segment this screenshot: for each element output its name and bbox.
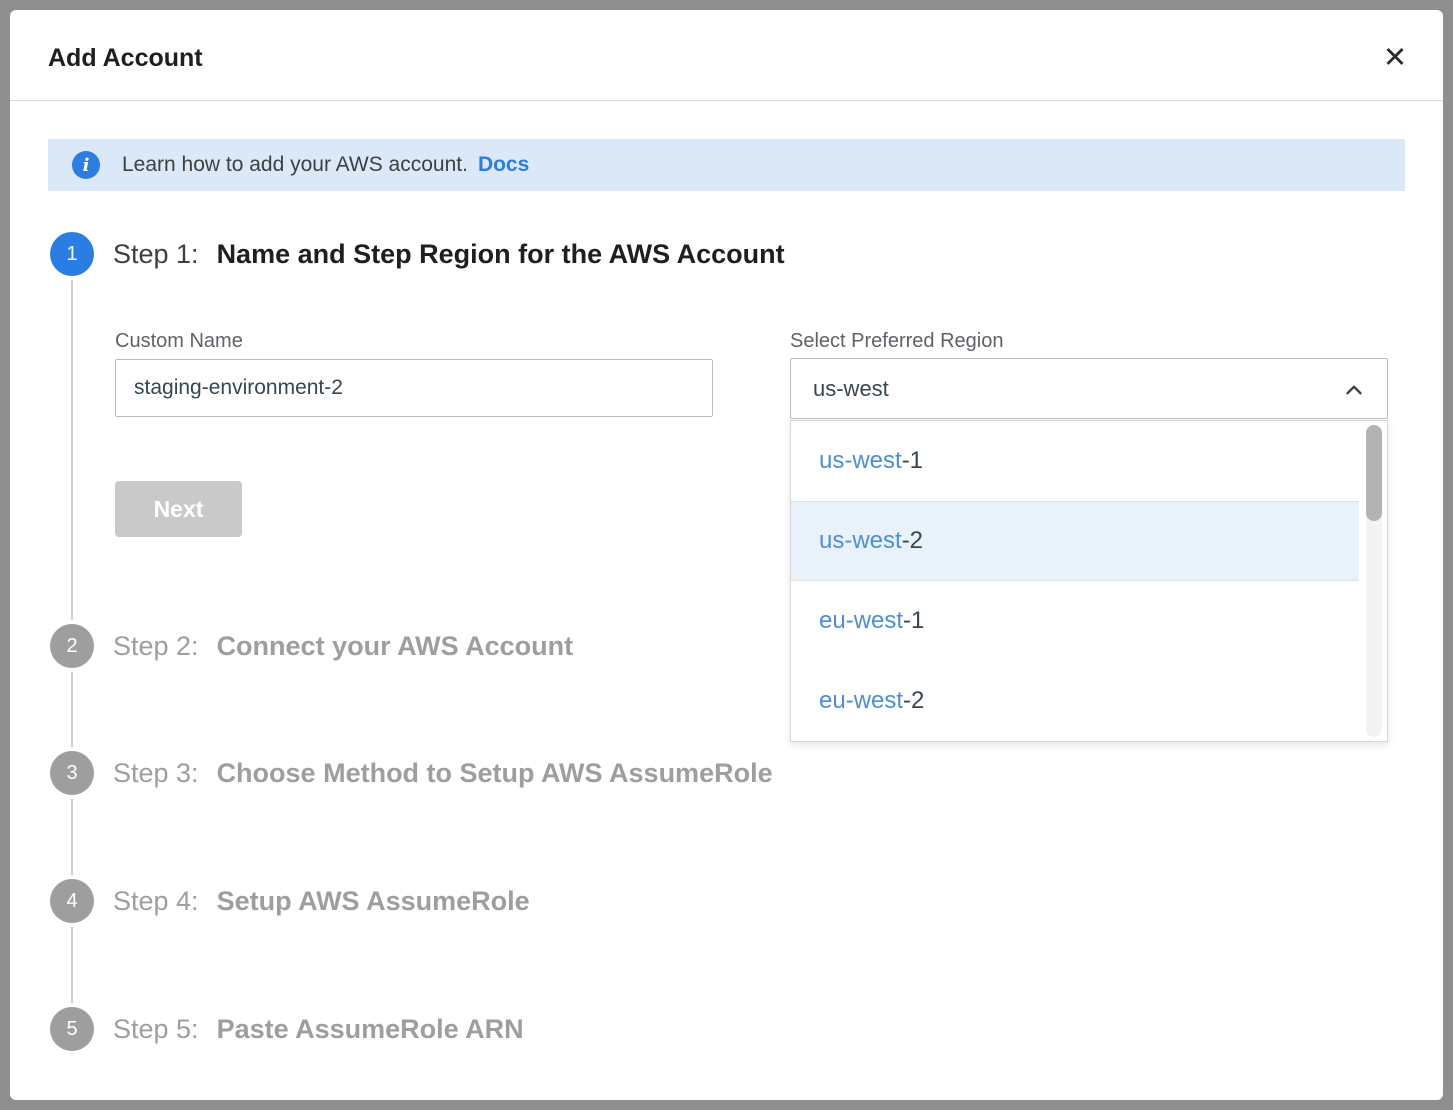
- region-option-eu-west-2[interactable]: eu-west-2: [791, 661, 1359, 741]
- step-2-indicator: 2: [50, 624, 94, 668]
- step-connector-4: [71, 927, 73, 1003]
- region-select[interactable]: us-west: [790, 358, 1388, 419]
- step-2-label: Step 2:: [113, 631, 199, 661]
- step-4-label: Step 4:: [113, 886, 199, 916]
- step-1-heading: Step 1: Name and Step Region for the AWS …: [113, 234, 785, 274]
- step-2-heading: Step 2: Connect your AWS Account: [113, 626, 573, 666]
- docs-link[interactable]: Docs: [478, 153, 529, 177]
- custom-name-label: Custom Name: [115, 328, 243, 354]
- step-4-title: Setup AWS AssumeRole: [217, 886, 530, 916]
- step-connector-1: [71, 280, 73, 620]
- step-4-heading: Step 4: Setup AWS AssumeRole: [113, 881, 530, 921]
- step-4-indicator: 4: [50, 879, 94, 923]
- step-5-title: Paste AssumeRole ARN: [217, 1014, 524, 1044]
- next-button[interactable]: Next: [115, 481, 242, 537]
- dropdown-scrollbar-thumb[interactable]: [1366, 425, 1382, 521]
- region-select-value: us-west: [813, 376, 889, 402]
- step-3-title: Choose Method to Setup AWS AssumeRole: [217, 758, 773, 788]
- step-5-indicator: 5: [50, 1007, 94, 1051]
- region-label: Select Preferred Region: [790, 328, 1003, 354]
- step-1-title: Name and Step Region for the AWS Account: [217, 239, 785, 269]
- dialog-title: Add Account: [48, 38, 203, 78]
- add-account-dialog: Add Account ✕ i Learn how to add your AW…: [10, 10, 1443, 1100]
- chevron-up-icon: [1341, 377, 1367, 409]
- step-1-label: Step 1:: [113, 239, 199, 269]
- step-5-heading: Step 5: Paste AssumeRole ARN: [113, 1009, 524, 1049]
- region-option-eu-west-1[interactable]: eu-west-1: [791, 581, 1359, 661]
- step-2-title: Connect your AWS Account: [217, 631, 574, 661]
- step-connector-2: [71, 672, 73, 747]
- screen-background: Add Account ✕ i Learn how to add your AW…: [0, 0, 1453, 1110]
- step-connector-3: [71, 799, 73, 875]
- step-5-label: Step 5:: [113, 1014, 199, 1044]
- step-3-label: Step 3:: [113, 758, 199, 788]
- info-icon: i: [72, 151, 100, 179]
- region-dropdown: us-west-1 us-west-2 eu-west-1 eu-west-2: [790, 420, 1388, 742]
- header-divider: [10, 100, 1443, 101]
- region-option-us-west-2[interactable]: us-west-2: [791, 501, 1359, 581]
- info-banner: i Learn how to add your AWS account. Doc…: [48, 139, 1405, 191]
- custom-name-input[interactable]: [115, 359, 713, 417]
- step-3-indicator: 3: [50, 751, 94, 795]
- close-icon[interactable]: ✕: [1373, 35, 1417, 79]
- dropdown-scrollbar-track[interactable]: [1366, 425, 1382, 737]
- step-3-heading: Step 3: Choose Method to Setup AWS Assume…: [113, 753, 773, 793]
- banner-text: Learn how to add your AWS account.: [122, 153, 468, 177]
- region-option-us-west-1[interactable]: us-west-1: [791, 421, 1359, 501]
- step-1-indicator: 1: [50, 232, 94, 276]
